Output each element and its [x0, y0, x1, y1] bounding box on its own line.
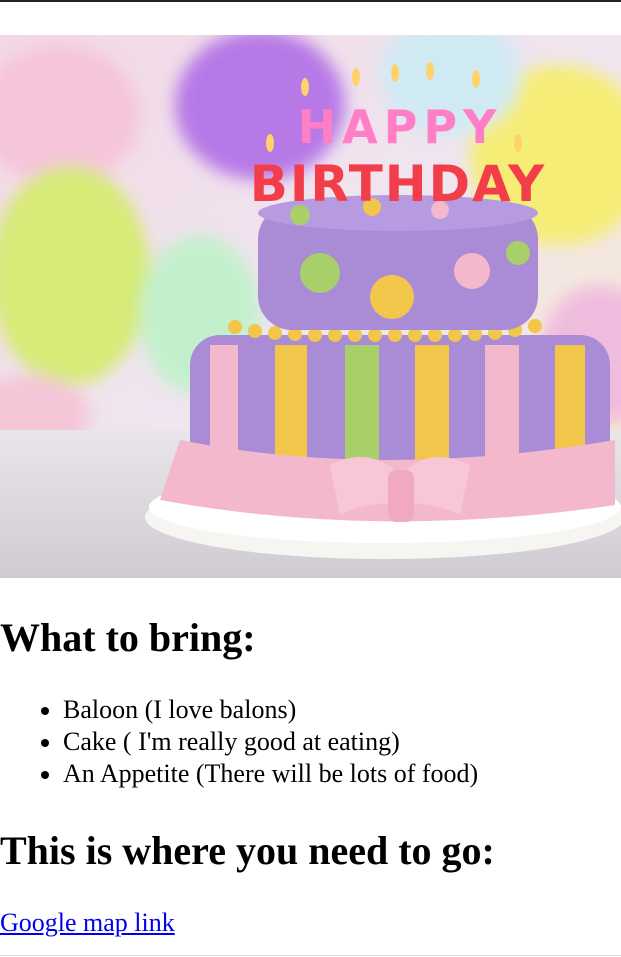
bring-list-item: Cake ( I'm really good at eating): [63, 726, 478, 758]
bottom-divider: [0, 955, 621, 956]
bring-list-item: An Appetite (There will be lots of food): [63, 758, 478, 790]
birthday-candle-text: BIRTHDAY: [250, 155, 547, 213]
bring-list: Baloon (I love balons) Cake ( I'm really…: [0, 694, 478, 790]
birthday-cake-image: HAPPY BIRTHDAY: [0, 35, 621, 578]
top-divider: [0, 0, 621, 2]
directions-heading: This is where you need to go:: [0, 828, 495, 873]
bring-list-item: Baloon (I love balons): [63, 694, 478, 726]
page: HAPPY BIRTHDAY What to bring: Baloon (I …: [0, 0, 621, 957]
google-map-link[interactable]: Google map link: [0, 907, 175, 939]
happy-candle-text: HAPPY: [298, 100, 503, 154]
what-to-bring-heading: What to bring:: [0, 615, 256, 660]
